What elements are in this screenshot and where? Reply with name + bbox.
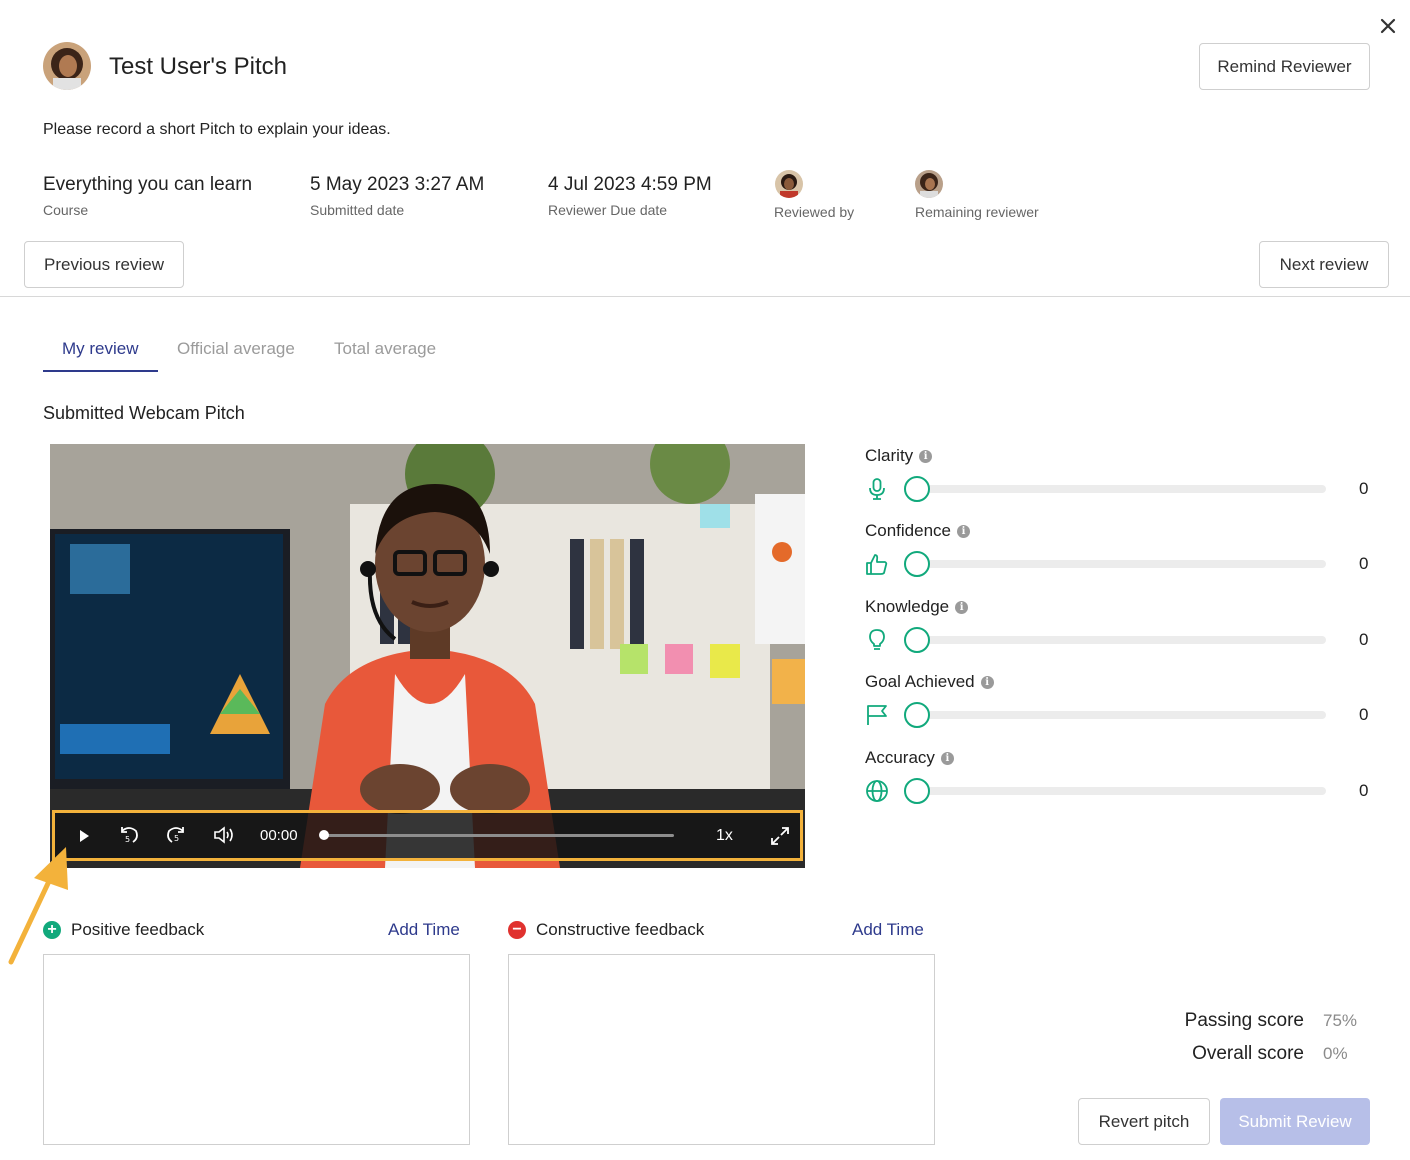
- reviewer-avatar: [775, 170, 803, 198]
- slider-thumb[interactable]: [904, 476, 930, 502]
- remaining-reviewer-avatar: [915, 170, 943, 198]
- plus-icon: +: [43, 921, 61, 939]
- next-review-button[interactable]: Next review: [1259, 241, 1389, 288]
- constructive-feedback-label: Constructive feedback: [536, 920, 705, 939]
- slider-value: 0: [1359, 781, 1369, 800]
- flag-icon: [865, 703, 889, 727]
- passing-score-label: Passing score: [1184, 1010, 1304, 1031]
- microphone-icon: [865, 477, 889, 501]
- submitted-date-label: Submitted date: [310, 202, 405, 218]
- slider-label-text: Clarity: [865, 446, 914, 465]
- video-frame: [50, 444, 805, 868]
- revert-pitch-button[interactable]: Revert pitch: [1078, 1098, 1210, 1145]
- slider-label-text: Knowledge: [865, 597, 950, 616]
- lightbulb-icon: [865, 628, 889, 652]
- submit-review-button[interactable]: Submit Review: [1220, 1098, 1370, 1145]
- slider-label-0: Clarity i: [865, 446, 933, 466]
- slider-label-text: Accuracy: [865, 748, 935, 767]
- video-time: 00:00: [260, 827, 298, 844]
- close-icon[interactable]: [1376, 14, 1400, 38]
- course-label: Course: [43, 202, 89, 218]
- minus-icon: −: [508, 921, 526, 939]
- passing-score-value: 75%: [1323, 1011, 1358, 1030]
- remind-reviewer-button[interactable]: Remind Reviewer: [1199, 43, 1370, 90]
- positive-feedback-textarea[interactable]: [43, 954, 470, 1145]
- submitted-date-value: 5 May 2023 3:27 AM: [310, 174, 485, 195]
- divider: [0, 296, 1410, 297]
- slider-label-4: Accuracy i: [865, 748, 954, 768]
- volume-icon[interactable]: [213, 825, 235, 850]
- slider-value: 0: [1359, 479, 1369, 498]
- forward-icon[interactable]: 5: [165, 824, 187, 851]
- overall-score-label: Overall score: [1192, 1043, 1304, 1064]
- slider-label-1: Confidence i: [865, 521, 971, 541]
- globe-icon: [865, 779, 889, 803]
- constructive-add-time-button[interactable]: Add Time: [852, 920, 924, 940]
- svg-text:5: 5: [125, 835, 130, 844]
- rewind-icon[interactable]: 5: [118, 824, 140, 851]
- slider-label-text: Goal Achieved: [865, 672, 975, 691]
- playback-speed[interactable]: 1x: [716, 827, 733, 845]
- constructive-feedback-heading: − Constructive feedback: [508, 920, 704, 940]
- positive-feedback-heading: + Positive feedback: [43, 920, 204, 940]
- remaining-reviewer-label: Remaining reviewer: [915, 204, 1039, 220]
- due-date-value: 4 Jul 2023 4:59 PM: [548, 174, 712, 195]
- positive-add-time-button[interactable]: Add Time: [388, 920, 460, 940]
- video-controls-bar: 5 5 00:00 1x: [52, 810, 803, 861]
- info-icon[interactable]: i: [957, 524, 971, 538]
- slider-value: 0: [1359, 630, 1369, 649]
- overall-score-value: 0%: [1323, 1044, 1348, 1063]
- thumbs-up-icon: [865, 552, 889, 576]
- user-avatar: [43, 42, 91, 90]
- info-icon[interactable]: i: [980, 675, 994, 689]
- page-title: Test User's Pitch: [109, 53, 287, 80]
- positive-feedback-label: Positive feedback: [71, 920, 205, 939]
- play-icon[interactable]: [77, 828, 91, 849]
- slider-thumb[interactable]: [904, 551, 930, 577]
- slider-track[interactable]: [917, 711, 1326, 719]
- video-player[interactable]: [50, 444, 805, 868]
- constructive-feedback-textarea[interactable]: [508, 954, 935, 1145]
- pitch-description: Please record a short Pitch to explain y…: [43, 121, 391, 138]
- section-title: Submitted Webcam Pitch: [43, 403, 245, 423]
- slider-thumb[interactable]: [904, 702, 930, 728]
- slider-label-3: Goal Achieved i: [865, 672, 994, 692]
- slider-value: 0: [1359, 705, 1369, 724]
- due-date-label: Reviewer Due date: [548, 202, 668, 218]
- tab-official-average[interactable]: Official average: [177, 339, 295, 359]
- video-progress-track[interactable]: [323, 834, 674, 837]
- svg-text:5: 5: [174, 834, 179, 843]
- video-progress-thumb[interactable]: [319, 830, 329, 840]
- slider-thumb[interactable]: [904, 778, 930, 804]
- course-value: Everything you can learn: [43, 174, 253, 195]
- slider-value: 0: [1359, 554, 1369, 573]
- previous-review-button[interactable]: Previous review: [24, 241, 184, 288]
- info-icon[interactable]: i: [919, 449, 933, 463]
- slider-track[interactable]: [917, 560, 1326, 568]
- reviewed-by-label: Reviewed by: [774, 204, 855, 220]
- slider-track[interactable]: [917, 787, 1326, 795]
- slider-label-text: Confidence: [865, 521, 952, 540]
- tab-total-average[interactable]: Total average: [334, 339, 436, 359]
- tab-my-review[interactable]: My review: [62, 339, 139, 359]
- slider-track[interactable]: [917, 636, 1326, 644]
- slider-label-2: Knowledge i: [865, 597, 969, 617]
- slider-track[interactable]: [917, 485, 1326, 493]
- annotation-arrow: [6, 842, 76, 972]
- slider-thumb[interactable]: [904, 627, 930, 653]
- info-icon[interactable]: i: [940, 751, 954, 765]
- active-tab-indicator: [43, 370, 158, 372]
- info-icon[interactable]: i: [955, 600, 969, 614]
- fullscreen-icon[interactable]: [769, 825, 791, 852]
